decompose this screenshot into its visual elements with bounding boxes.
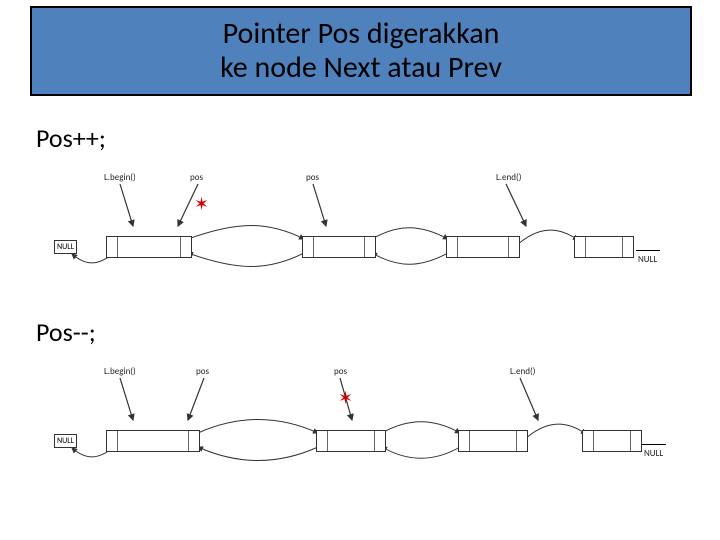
- list-node: [458, 430, 528, 452]
- ptr-begin-label: L.begin(): [104, 172, 136, 183]
- null-right-bar: [642, 444, 666, 445]
- null-right: NULL: [638, 254, 657, 265]
- title-line2: ke node Next atau Prev: [220, 51, 502, 86]
- list-node: [106, 236, 192, 258]
- ptr-end-label: L.end(): [510, 366, 535, 377]
- null-left: NULL: [54, 434, 77, 448]
- diagram-pos-inc: L.begin() pos pos L.end() NULL NULL: [58, 166, 662, 286]
- burst-icon: [194, 196, 212, 214]
- arrows-dec: [58, 360, 662, 480]
- ptr-pos-old-label: pos: [190, 172, 203, 183]
- list-node: [582, 430, 642, 452]
- list-node: [302, 236, 376, 258]
- ptr-pos-old-label: pos: [196, 366, 209, 377]
- code-label-dec: Pos--;: [36, 316, 96, 348]
- ptr-pos-new-label: pos: [334, 366, 347, 377]
- ptr-end-label: L.end(): [496, 172, 521, 183]
- code-label-inc: Pos++;: [36, 122, 106, 154]
- diagram-pos-dec: L.begin() pos pos L.end() NULL NULL: [58, 360, 662, 480]
- list-node: [316, 430, 386, 452]
- title-banner: Pointer Pos digerakkan ke node Next atau…: [30, 6, 692, 96]
- list-node: [106, 430, 200, 452]
- arrows-inc: [58, 166, 662, 286]
- burst-icon: [338, 390, 356, 408]
- null-right-bar: [636, 250, 660, 251]
- ptr-begin-label: L.begin(): [104, 366, 136, 377]
- null-right: NULL: [644, 448, 663, 459]
- list-node: [574, 236, 634, 258]
- list-node: [446, 236, 520, 258]
- title-line1: Pointer Pos digerakkan: [223, 17, 500, 52]
- null-left: NULL: [54, 240, 77, 254]
- ptr-pos-new-label: pos: [306, 172, 319, 183]
